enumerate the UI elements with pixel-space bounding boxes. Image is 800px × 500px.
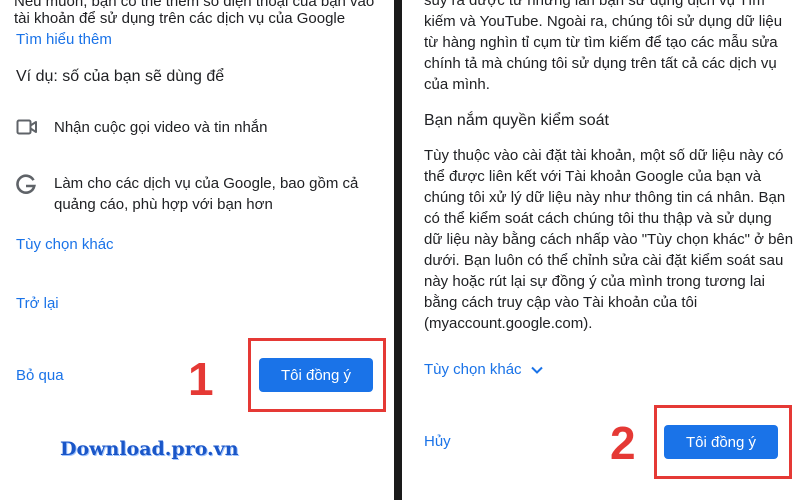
personalization-item-text: Làm cho các dịch vụ của Google, bao gồm … [54, 173, 358, 215]
cancel-link[interactable]: Hủy [424, 433, 451, 450]
google-g-icon [15, 174, 37, 201]
data-usage-line: kiếm và YouTube. Ngoài ra, chúng tôi sử … [424, 13, 783, 30]
example-heading: Ví dụ: số của bạn sẽ dùng để [16, 68, 225, 85]
personalization-line-2: quảng cáo, phù hợp với bạn hơn [54, 196, 273, 213]
step-number-1: 1 [188, 353, 214, 405]
data-usage-text: suy ra được từ những lần bạn sử dụng dịc… [424, 0, 782, 95]
step-number-2: 2 [610, 417, 636, 469]
more-options-link[interactable]: Tùy chọn khác [16, 236, 114, 253]
more-options-label: Tùy chọn khác [424, 361, 522, 378]
phone-number-consent-screen: Nếu muốn, bạn có thể thêm số điện thoại … [0, 0, 394, 500]
data-usage-line: suy ra được từ những lần bạn sử dụng dịc… [424, 0, 765, 9]
control-text: Tùy thuộc vào cài đặt tài khoản, một số … [424, 145, 793, 334]
control-line: (myaccount.google.com). [424, 315, 593, 332]
data-usage-line: từ hàng nghìn tỉ cụm từ tìm kiếm để tạo … [424, 34, 778, 51]
watermark-logo: Download.pro.vn [60, 438, 239, 460]
learn-more-link[interactable]: Tìm hiểu thêm [16, 31, 112, 48]
panel-divider [394, 0, 402, 500]
control-line: chúng tôi xử lý dữ liệu này như thông ti… [424, 189, 786, 206]
data-usage-screen: suy ra được từ những lần bạn sử dụng dịc… [402, 0, 800, 500]
personalization-line-1: Làm cho các dịch vụ của Google, bao gồm … [54, 175, 359, 192]
back-link[interactable]: Trở lại [16, 295, 59, 312]
agree-button[interactable]: Tôi đồng ý [664, 425, 778, 459]
control-line: này hoặc rút lại sự đồng ý của mình tron… [424, 273, 765, 290]
control-line: thể được liên kết với Tài khoản Google c… [424, 168, 762, 185]
control-heading: Bạn nắm quyền kiểm soát [424, 112, 609, 129]
control-line: dưới. Bạn luôn có thể chỉnh sửa cài đặt … [424, 252, 784, 269]
more-options-dropdown[interactable]: Tùy chọn khác [424, 361, 544, 378]
video-camera-icon [16, 118, 38, 141]
agree-button[interactable]: Tôi đồng ý [259, 358, 373, 392]
control-line: bằng cách truy cập vào Tài khoản của tôi [424, 294, 698, 311]
chevron-down-icon [531, 366, 543, 374]
data-usage-line: chính tả mà chúng tôi sử dụng trên tất c… [424, 55, 777, 72]
video-call-item-text: Nhận cuộc gọi video và tin nhắn [54, 119, 268, 136]
skip-link[interactable]: Bỏ qua [16, 367, 64, 384]
control-line: Tùy thuộc vào cài đặt tài khoản, một số … [424, 147, 784, 164]
intro-text: tài khoản để sử dụng trên các dịch vụ củ… [14, 10, 346, 27]
control-line: có thể kiểm soát cách chúng tôi thu thập… [424, 210, 772, 227]
control-line: dữ liệu này bằng cách nhấp vào "Tùy chọn… [424, 231, 794, 248]
data-usage-line: của mình. [424, 76, 490, 93]
